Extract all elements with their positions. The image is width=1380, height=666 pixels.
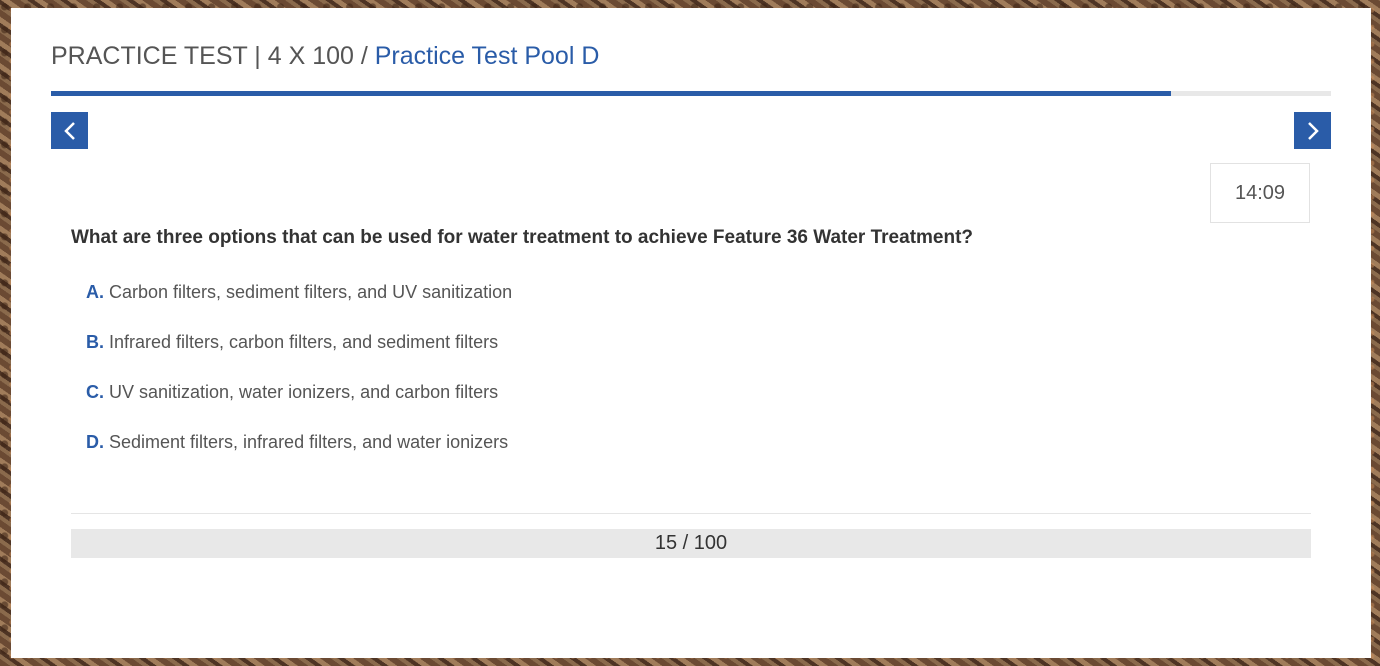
question-counter: 15 / 100	[71, 529, 1311, 558]
option-text: UV sanitization, water ionizers, and car…	[109, 382, 499, 402]
progress-fill	[51, 91, 1171, 96]
option-letter: A.	[86, 282, 104, 302]
title-separator: /	[353, 42, 375, 70]
option-letter: C.	[86, 382, 104, 402]
page-title: PRACTICE TEST | 4 X 100 / Practice Test …	[51, 42, 599, 71]
previous-question-button[interactable]	[51, 112, 88, 149]
title-main: PRACTICE TEST | 4 X 100	[51, 42, 354, 70]
answer-options: A. Carbon filters, sediment filters, and…	[86, 282, 512, 482]
option-text: Carbon filters, sediment filters, and UV…	[109, 282, 513, 302]
chevron-right-icon	[1307, 121, 1319, 140]
next-question-button[interactable]	[1294, 112, 1331, 149]
option-text: Infrared filters, carbon filters, and se…	[109, 332, 499, 352]
countdown-timer: 14:09	[1210, 163, 1310, 223]
question-text: What are three options that can be used …	[71, 227, 974, 248]
quiz-panel: PRACTICE TEST | 4 X 100 / Practice Test …	[11, 8, 1371, 658]
option-letter: D.	[86, 432, 104, 452]
option-text: Sediment filters, infrared filters, and …	[109, 432, 509, 452]
chevron-left-icon	[63, 121, 75, 140]
progress-bar	[51, 91, 1331, 96]
answer-option-d[interactable]: D. Sediment filters, infrared filters, a…	[86, 432, 512, 482]
answer-option-c[interactable]: C. UV sanitization, water ionizers, and …	[86, 382, 512, 432]
divider	[71, 513, 1311, 514]
title-pool-name: Practice Test Pool D	[374, 42, 600, 70]
option-letter: B.	[86, 332, 104, 352]
answer-option-b[interactable]: B. Infrared filters, carbon filters, and…	[86, 332, 512, 382]
answer-option-a[interactable]: A. Carbon filters, sediment filters, and…	[86, 282, 512, 332]
